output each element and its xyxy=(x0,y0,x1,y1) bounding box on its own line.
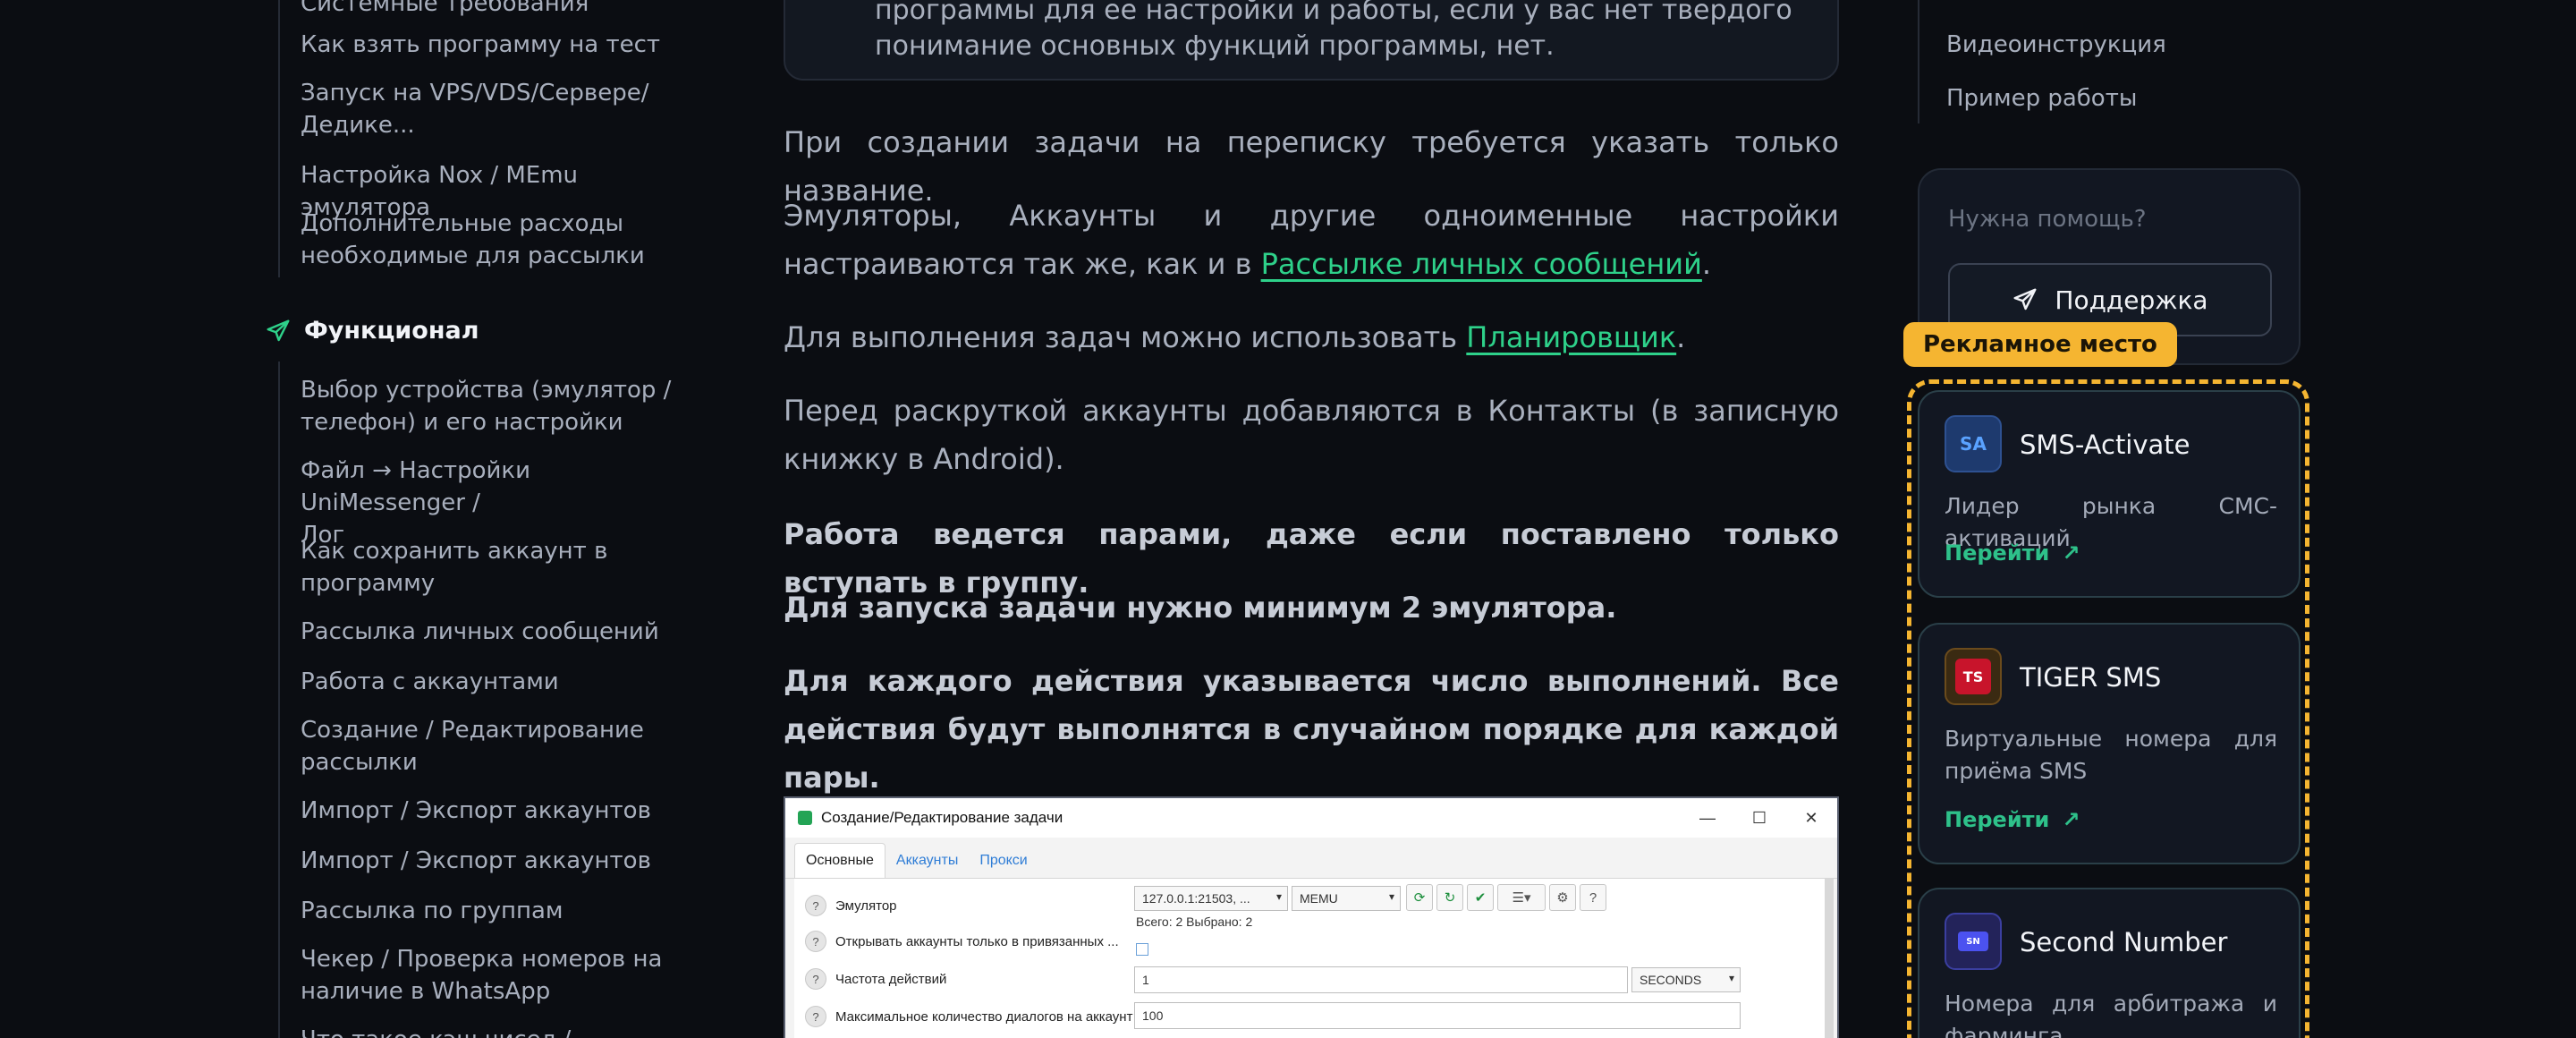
ad-description: Виртуальные номера для приёма SMS xyxy=(1945,726,2277,784)
paragraph-text: . xyxy=(1676,320,1686,354)
paragraph-scheduler: Для выполнения задач можно использовать … xyxy=(784,313,1839,362)
nav-section-label: Функционал xyxy=(304,317,479,345)
emulator-select: 127.0.0.1:21503, ... xyxy=(1134,886,1288,911)
paragraph-contacts: Перед раскруткой аккаунты добавляются в … xyxy=(784,394,1839,476)
refresh-icon: ⟳ xyxy=(1406,884,1433,911)
note-callout: программы для ее настройки и работы, есл… xyxy=(784,0,1839,81)
ad-card-second-number[interactable]: SN Second Number Номера для арбитража и … xyxy=(1918,888,2301,1038)
bound-accounts-checkbox xyxy=(1136,943,1148,956)
row-emulator: ? Эмулятор xyxy=(805,895,897,916)
row-label: Частота действий xyxy=(835,971,947,987)
nav-item-private-messages[interactable]: Рассылка личных сообщений xyxy=(301,616,694,648)
row-bound-accounts: ? Открывать аккаунты только в привязанных… xyxy=(805,931,1119,952)
window-titlebar: Создание/Редактирование задачи — ☐ ✕ xyxy=(785,798,1837,838)
toc-line xyxy=(1918,0,1919,123)
window-title: Создание/Редактирование задачи xyxy=(821,809,1063,826)
help-icon: ? xyxy=(805,895,826,916)
row-label: Открывать аккаунты только в привязанных … xyxy=(835,933,1119,949)
window-scrollbar xyxy=(1825,879,1834,1038)
filter-icon: ⚙ xyxy=(1549,884,1576,911)
send-icon xyxy=(267,319,290,341)
nav-item-save-account[interactable]: Как сохранить аккаунт в программу xyxy=(301,535,694,600)
ad-link[interactable]: Перейти ↗ xyxy=(1945,540,2080,566)
minimize-icon: — xyxy=(1699,808,1716,827)
right-sidebar: Видеоинструкция Пример работы Нужна помо… xyxy=(1903,0,2317,1038)
left-navigation: Системные требования Как взять программу… xyxy=(0,0,716,1038)
frequency-field: 1 xyxy=(1134,966,1628,993)
tab-main: Основные xyxy=(794,843,886,878)
help-icon: ? xyxy=(805,1006,826,1027)
support-button-label: Поддержка xyxy=(2055,285,2208,315)
close-icon: ✕ xyxy=(1804,808,1818,827)
list-icon: ☰▾ xyxy=(1497,884,1546,911)
emulator-totals: Всего: 2 Выбрано: 2 xyxy=(1136,915,1253,929)
sms-activate-logo-icon: SA xyxy=(1945,415,2002,472)
ad-name: SMS-Activate xyxy=(2020,430,2190,460)
check-icon: ✔ xyxy=(1467,884,1494,911)
nav-section-functional[interactable]: Функционал xyxy=(265,317,479,345)
nav-tree-line xyxy=(278,0,280,277)
app-icon xyxy=(798,811,812,825)
ad-link-label: Перейти xyxy=(1945,807,2050,832)
nav-item-extra-costs[interactable]: Дополнительные расходы необходимые для р… xyxy=(301,208,694,272)
row-frequency: ? Частота действий xyxy=(805,968,946,990)
task-editor-screenshot: Создание/Редактирование задачи — ☐ ✕ Осн… xyxy=(784,796,1839,1038)
row-max-dialogs: ? Максимальное количество диалогов на акк… xyxy=(805,1006,1132,1027)
window-tabs: Основные Аккаунты Прокси xyxy=(785,838,1837,879)
help-icon: ? xyxy=(805,968,826,990)
note-text: программы для ее настройки и работы, есл… xyxy=(875,0,1792,62)
max-dialogs-field: 100 xyxy=(1134,1002,1741,1029)
second-number-logo-mark: SN xyxy=(1958,932,1988,951)
paragraph-actions: Для каждого действия указывается число в… xyxy=(784,664,1839,795)
row-label: Эмулятор xyxy=(835,898,897,914)
paragraph-text: . xyxy=(1701,247,1712,281)
toc-item-example[interactable]: Пример работы xyxy=(1946,82,2137,115)
ad-card-sms-activate[interactable]: SA SMS-Activate Лидер рынка СМС-активаци… xyxy=(1918,390,2301,598)
ad-card-tiger-sms[interactable]: TS TIGER SMS Виртуальные номера для приё… xyxy=(1918,623,2301,864)
help-question: Нужна помощь? xyxy=(1948,206,2147,233)
frequency-unit-select: SECONDS xyxy=(1631,967,1741,992)
ad-badge: Рекламное место xyxy=(1903,322,2177,367)
tab-accounts: Аккаунты xyxy=(895,853,959,868)
reload-icon: ↻ xyxy=(1436,884,1463,911)
window-controls: — ☐ ✕ xyxy=(1682,798,1837,838)
nav-item-system-requirements[interactable]: Системные требования xyxy=(301,0,694,20)
link-private-messages[interactable]: Рассылке личных сообщений xyxy=(1261,247,1702,281)
second-number-logo-icon: SN xyxy=(1945,913,2002,970)
tiger-sms-logo-icon: TS xyxy=(1945,648,2002,705)
paragraph-text: Для выполнения задач можно использовать xyxy=(784,320,1467,354)
toc-item-video[interactable]: Видеоинструкция xyxy=(1946,29,2166,61)
help-icon: ? xyxy=(805,931,826,952)
ad-name: TIGER SMS xyxy=(2020,662,2162,693)
nav-item-group-mailing[interactable]: Рассылка по группам xyxy=(301,895,694,927)
nav-item-import-export[interactable]: Импорт / Экспорт аккаунтов xyxy=(301,795,694,827)
nav-item-accounts[interactable]: Работа с аккаунтами xyxy=(301,666,694,698)
ad-description: Номера для арбитража и фарминга xyxy=(1945,991,2277,1038)
nav-item-vps[interactable]: Запуск на VPS/VDS/Сервере/ Дедике... xyxy=(301,77,694,141)
tiger-logo-mark: TS xyxy=(1955,659,1991,694)
send-icon xyxy=(2013,288,2037,311)
tab-proxy: Прокси xyxy=(979,853,1028,868)
row-label: Максимальное количество диалогов на акка… xyxy=(835,1008,1133,1025)
paragraph-min-emulators: Для запуска задачи нужно минимум 2 эмуля… xyxy=(784,591,1617,625)
arrow-up-right-icon: ↗ xyxy=(2062,540,2080,566)
question-icon: ? xyxy=(1580,884,1606,911)
nav-item-trial[interactable]: Как взять программу на тест xyxy=(301,29,694,61)
link-scheduler[interactable]: Планировщик xyxy=(1466,320,1676,354)
emulator-type-select: MEMU xyxy=(1292,886,1401,911)
nav-item-create-mailing[interactable]: Создание / Редактирование рассылки xyxy=(301,714,694,778)
nav-item-checker[interactable]: Чекер / Проверка номеров на наличие в Wh… xyxy=(301,943,694,1008)
nav-item-import-export-2[interactable]: Импорт / Экспорт аккаунтов xyxy=(301,845,694,877)
nav-item-cache[interactable]: Что такое кэш чисел / Менеджер xyxy=(301,1024,694,1038)
paragraph-emulators: Эмуляторы, Аккаунты и другие одноименные… xyxy=(784,191,1839,288)
article-content: программы для ее настройки и работы, есл… xyxy=(784,0,1839,1038)
ad-link-label: Перейти xyxy=(1945,540,2050,566)
ad-link[interactable]: Перейти ↗ xyxy=(1945,807,2080,832)
nav-tree-line xyxy=(278,362,280,1038)
nav-item-device[interactable]: Выбор устройства (эмулятор / телефон) и … xyxy=(301,374,694,438)
ad-name: Second Number xyxy=(2020,927,2228,957)
arrow-up-right-icon: ↗ xyxy=(2062,807,2080,832)
maximize-icon: ☐ xyxy=(1751,808,1767,827)
